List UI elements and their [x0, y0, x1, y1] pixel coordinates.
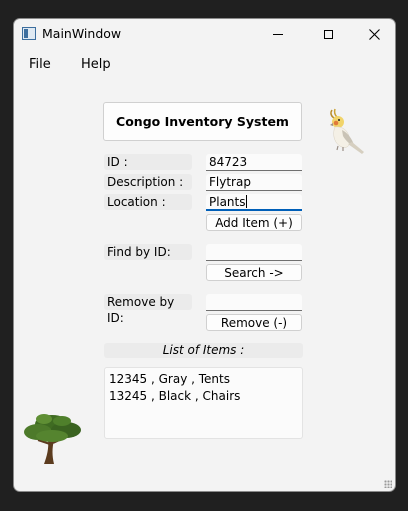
location-field[interactable]: Plants	[206, 194, 302, 211]
title-bar[interactable]: MainWindow	[14, 19, 395, 50]
menu-bar: File Help	[14, 55, 395, 77]
maximize-icon	[323, 30, 333, 39]
add-item-label: Add Item (+)	[215, 215, 293, 230]
remove-id-field[interactable]	[206, 294, 302, 311]
description-field-value: Flytrap	[209, 175, 251, 189]
app-title-label: Congo Inventory System	[116, 114, 289, 129]
description-label: Description :	[104, 174, 192, 190]
minimize-icon	[273, 34, 283, 35]
main-window: MainWindow File Help Congo Inventory Sys…	[13, 18, 396, 492]
items-list[interactable]: 12345 , Gray , Tents 13245 , Black , Cha…	[104, 367, 303, 439]
tree-icon	[24, 414, 81, 464]
maximize-button[interactable]	[305, 19, 351, 50]
find-id-field[interactable]	[206, 244, 302, 261]
minimize-button[interactable]	[255, 19, 301, 50]
list-header-label: List of Items :	[162, 343, 245, 357]
app-window-icon	[22, 27, 36, 40]
app-title-button[interactable]: Congo Inventory System	[103, 102, 302, 141]
close-button[interactable]	[351, 19, 395, 50]
id-field-value: 84723	[209, 155, 248, 169]
id-field[interactable]: 84723	[206, 154, 302, 171]
search-button[interactable]: Search ->	[206, 264, 302, 281]
list-header: List of Items :	[104, 343, 303, 358]
remove-button-label: Remove (-)	[220, 315, 288, 330]
search-button-label: Search ->	[224, 265, 284, 280]
close-icon	[368, 29, 380, 40]
list-item[interactable]: 12345 , Gray , Tents	[109, 371, 298, 388]
id-label: ID :	[104, 154, 192, 170]
remove-by-id-label: Remove by ID:	[104, 294, 192, 325]
add-item-button[interactable]: Add Item (+)	[206, 214, 302, 231]
resize-grip-icon[interactable]	[384, 480, 392, 488]
location-field-value: Plants	[209, 195, 246, 209]
list-item[interactable]: 13245 , Black , Chairs	[109, 388, 298, 405]
description-field[interactable]: Flytrap	[206, 174, 302, 191]
text-cursor	[245, 195, 247, 208]
remove-button[interactable]: Remove (-)	[206, 314, 302, 331]
menu-file[interactable]: File	[29, 57, 51, 72]
cockatiel-bird-icon	[330, 108, 364, 154]
location-label: Location :	[104, 194, 192, 210]
window-title: MainWindow	[42, 26, 122, 41]
menu-help[interactable]: Help	[81, 57, 111, 72]
find-by-id-label: Find by ID:	[104, 244, 192, 260]
